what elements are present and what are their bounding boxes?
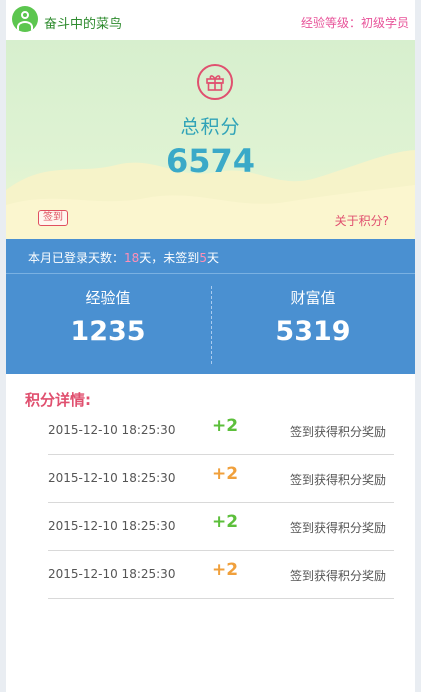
user-icon[interactable]	[12, 6, 38, 32]
record-points: +2	[212, 464, 239, 484]
total-points-value: 6574	[165, 142, 256, 180]
login-days-count: 18	[124, 251, 140, 265]
record-time: 2015-12-10 18:25:30	[48, 567, 176, 581]
login-days-info: 本月已登录天数：18天，未签到5天	[28, 249, 219, 266]
record-description: 签到获得积分奖励	[289, 521, 386, 535]
record-description: 签到获得积分奖励	[289, 473, 386, 487]
record-description: 签到获得积分奖励	[289, 425, 386, 439]
login-days-prefix: 本月已登录天数：	[28, 251, 125, 265]
checkin-button[interactable]: 签到	[38, 210, 68, 226]
record-description: 签到获得积分奖励	[289, 569, 386, 583]
points-page: 奋斗中的菜鸟 经验等级：初级学员 总积分 6574 签到 关于积分? 本月已登录…	[6, 0, 415, 692]
gift-icon	[197, 64, 233, 100]
wealth-label: 财富值	[290, 289, 336, 307]
about-points-link[interactable]: 关于积分?	[335, 212, 389, 229]
record-points: +2	[212, 560, 239, 580]
summary-panel: 本月已登录天数：18天，未签到5天 经验值 1235 财富值 5319	[6, 239, 415, 374]
record-points: +2	[212, 416, 239, 436]
record-time: 2015-12-10 18:25:30	[48, 519, 176, 533]
experience-level: 经验等级：初级学员	[300, 16, 409, 30]
record-time: 2015-12-10 18:25:30	[48, 423, 176, 437]
total-points-label: 总积分	[180, 116, 241, 138]
login-days-suffix: 天	[206, 251, 219, 265]
wealth-stat: 财富值 5319	[211, 287, 415, 347]
divider	[6, 273, 415, 274]
points-record-row: 2015-12-10 18:25:30 +2 签到获得积分奖励	[48, 550, 394, 599]
unsigned-days-count: 5	[199, 251, 207, 265]
username: 奋斗中的菜鸟	[44, 17, 123, 32]
experience-value: 1235	[70, 316, 146, 347]
points-record-row: 2015-12-10 18:25:30 +2 签到获得积分奖励	[48, 454, 394, 503]
points-record-row: 2015-12-10 18:25:30 +2 签到获得积分奖励	[48, 502, 394, 551]
experience-stat: 经验值 1235	[6, 287, 210, 347]
record-time: 2015-12-10 18:25:30	[48, 471, 176, 485]
points-record-row: 2015-12-10 18:25:30 +2 签到获得积分奖励	[48, 406, 394, 455]
total-points-panel: 总积分 6574 签到 关于积分?	[6, 40, 415, 239]
wealth-value: 5319	[275, 316, 351, 347]
top-bar: 奋斗中的菜鸟 经验等级：初级学员	[6, 0, 415, 40]
record-points: +2	[212, 512, 239, 532]
experience-label: 经验值	[85, 289, 131, 307]
login-days-middle: 天，未签到	[139, 251, 200, 265]
